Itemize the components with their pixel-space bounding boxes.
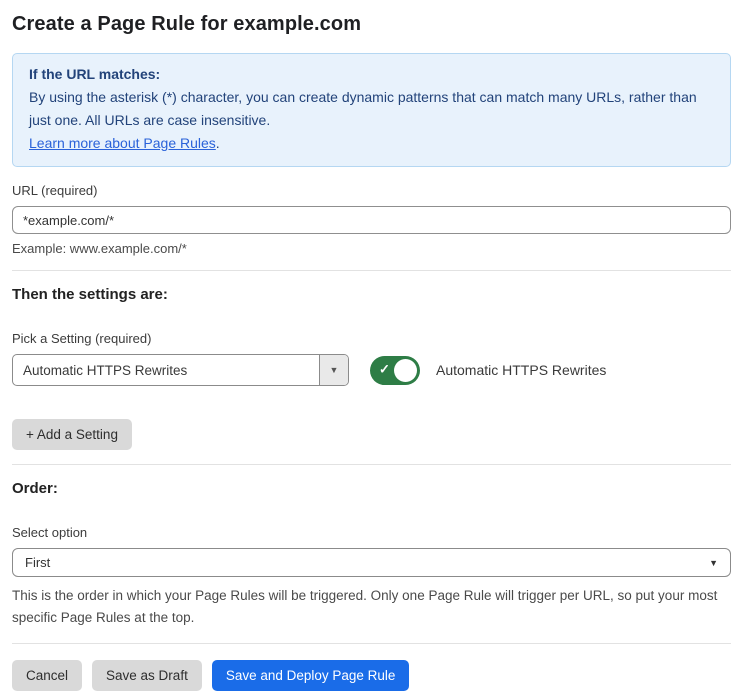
page-rule-form: Create a Page Rule for example.com If th…	[0, 0, 743, 691]
learn-more-link[interactable]: Learn more about Page Rules	[29, 135, 216, 151]
toggle-label: Automatic HTTPS Rewrites	[436, 362, 607, 378]
divider	[12, 643, 731, 644]
setting-select-value: Automatic HTTPS Rewrites	[23, 362, 188, 378]
info-box-link-line: Learn more about Page Rules.	[29, 132, 714, 155]
order-select[interactable]: First ▼	[12, 548, 731, 577]
footer-actions: Cancel Save as Draft Save and Deploy Pag…	[12, 660, 731, 691]
check-icon: ✓	[379, 361, 390, 377]
page-title: Create a Page Rule for example.com	[12, 13, 362, 35]
setting-select[interactable]: Automatic HTTPS Rewrites ▼	[12, 354, 349, 386]
url-field-label: URL (required)	[12, 183, 98, 198]
info-box-body-text: By using the asterisk (*) character, you…	[29, 89, 697, 128]
order-select-value: First	[25, 555, 51, 570]
chevron-down-icon: ▼	[709, 557, 718, 568]
setting-toggle-wrap: ✓ Automatic HTTPS Rewrites	[370, 355, 607, 385]
url-input[interactable]	[12, 206, 731, 234]
https-rewrites-toggle[interactable]: ✓	[370, 355, 420, 385]
info-box-heading: If the URL matches:	[29, 66, 161, 82]
cancel-button[interactable]: Cancel	[12, 660, 83, 691]
info-box-body: By using the asterisk (*) character, you…	[29, 86, 714, 132]
divider	[12, 464, 731, 465]
link-suffix: .	[215, 135, 220, 151]
divider	[12, 270, 731, 271]
settings-section-heading: Then the settings are:	[12, 286, 168, 303]
pick-setting-label: Pick a Setting (required)	[12, 331, 152, 346]
chevron-down-icon[interactable]: ▼	[319, 355, 348, 385]
toggle-knob	[394, 358, 417, 382]
save-and-deploy-button[interactable]: Save and Deploy Page Rule	[211, 660, 410, 691]
url-match-info-box: If the URL matches: By using the asteris…	[12, 53, 731, 167]
url-helper-text: Example: www.example.com/*	[12, 241, 187, 256]
add-setting-button[interactable]: + Add a Setting	[12, 419, 132, 450]
order-helper-text: This is the order in which your Page Rul…	[12, 588, 718, 625]
order-section-heading: Order:	[12, 480, 58, 497]
order-select-label: Select option	[12, 525, 88, 540]
setting-row: Automatic HTTPS Rewrites ▼ ✓ Automatic H…	[12, 354, 731, 386]
save-as-draft-button[interactable]: Save as Draft	[92, 660, 202, 691]
